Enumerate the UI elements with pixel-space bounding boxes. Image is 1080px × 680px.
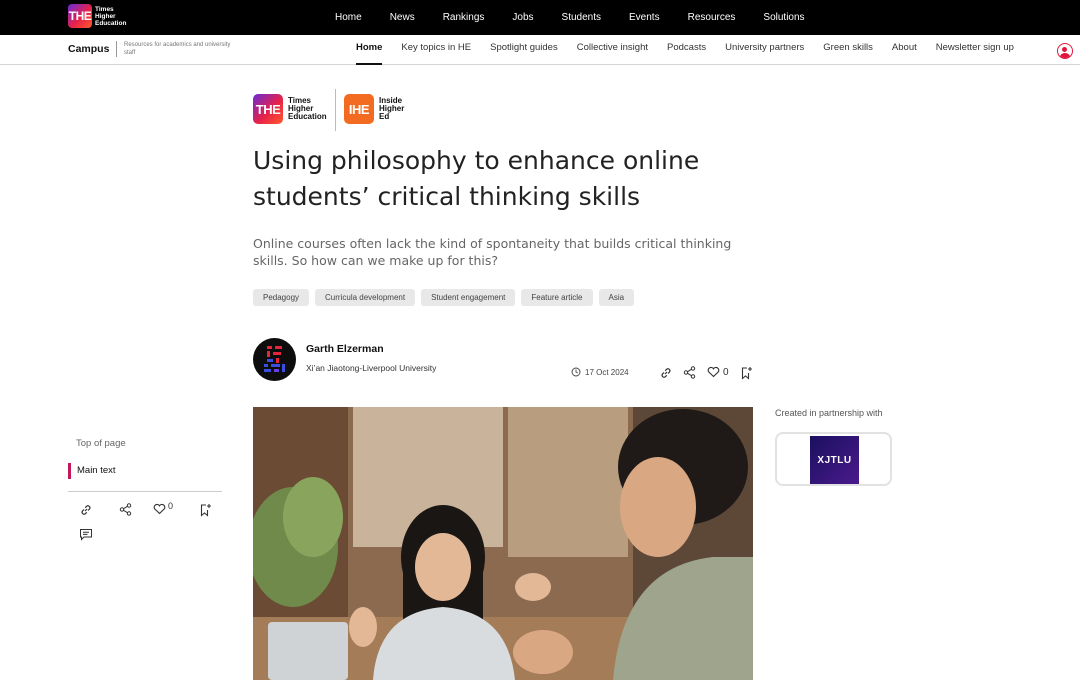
hero-illustration: [253, 407, 753, 680]
share-icon: [119, 503, 132, 516]
article-hero-image: [253, 407, 753, 680]
toc-main-text[interactable]: Main text: [68, 463, 116, 479]
campus-title[interactable]: Campus: [68, 43, 109, 55]
link-icon: [81, 505, 91, 515]
campus-navigation-bar: Campus Resources for academics and unive…: [0, 35, 1080, 65]
sidebar-like-button[interactable]: 0: [153, 501, 174, 515]
the-logo[interactable]: THE Times Higher Education: [68, 4, 126, 28]
author-institution: Xi’an Jiaotong-Liverpool University: [306, 363, 437, 373]
article-standfirst: Online courses often lack the kind of sp…: [253, 236, 732, 268]
logo-line: Education: [288, 112, 327, 121]
author-name[interactable]: Garth Elzerman: [306, 343, 384, 355]
campus-subtitle: Resources for academics and university s…: [124, 42, 231, 56]
nav-resources[interactable]: Resources: [688, 12, 736, 23]
ihe-partner-text: Inside Higher Ed: [379, 97, 404, 121]
bookmark-button[interactable]: [740, 366, 753, 380]
copy-link-button[interactable]: [659, 366, 673, 380]
partner-logo-card[interactable]: XJTLU: [775, 432, 892, 486]
link-icon: [661, 368, 671, 378]
tag-asia[interactable]: Asia: [598, 289, 635, 306]
sidebar-share-button[interactable]: [119, 503, 132, 516]
subnav-newsletter[interactable]: Newsletter sign up: [936, 35, 1014, 65]
ihe-partner-logo: IHE Inside Higher Ed: [344, 94, 404, 124]
heart-icon: [707, 366, 720, 378]
toc-top-of-page[interactable]: Top of page: [76, 438, 126, 449]
subnav-home[interactable]: Home: [356, 35, 383, 65]
tag-list: Pedagogy Curricula development Student e…: [253, 289, 640, 306]
the-logo-text: Times Higher Education: [95, 6, 126, 27]
subnav-university-partners[interactable]: University partners: [725, 35, 804, 65]
nav-home[interactable]: Home: [335, 12, 362, 23]
tag-student-engagement[interactable]: Student engagement: [421, 289, 516, 306]
divider: [68, 491, 222, 492]
author-avatar[interactable]: [253, 338, 296, 381]
subnav-about[interactable]: About: [892, 35, 917, 65]
clock-icon: [571, 367, 581, 377]
comment-icon: [80, 529, 92, 541]
nav-solutions[interactable]: Solutions: [763, 12, 804, 23]
subnav-spotlight-guides[interactable]: Spotlight guides: [490, 35, 558, 65]
nav-jobs[interactable]: Jobs: [512, 12, 533, 23]
subnav-collective-insight[interactable]: Collective insight: [577, 35, 648, 65]
xjtlu-logo: XJTLU: [810, 436, 859, 484]
like-button[interactable]: 0: [707, 366, 729, 378]
logo-line: Higher: [95, 12, 116, 20]
nav-students[interactable]: Students: [562, 12, 601, 23]
nav-rankings[interactable]: Rankings: [443, 12, 485, 23]
campus-nav: Home Key topics in HE Spotlight guides C…: [356, 35, 1033, 65]
the-partner-logo: THE Times Higher Education: [253, 94, 327, 124]
sidebar-copy-link-button[interactable]: [79, 503, 93, 517]
logo-line: Ed: [379, 112, 390, 121]
article-title: Using philosophy to enhance online stude…: [253, 146, 700, 211]
user-account-icon[interactable]: [1057, 43, 1073, 59]
subnav-key-topics[interactable]: Key topics in HE: [401, 35, 471, 65]
subnav-green-skills[interactable]: Green skills: [823, 35, 873, 65]
the-partner-text: Times Higher Education: [288, 97, 327, 121]
logo-divider: [335, 89, 336, 131]
top-navigation-bar: THE Times Higher Education Home News Ran…: [0, 0, 1080, 35]
sidebar-bookmark-button[interactable]: [199, 503, 212, 517]
bookmark-add-icon: [200, 504, 211, 517]
share-button[interactable]: [683, 366, 696, 379]
the-logo-badge: THE: [68, 4, 92, 28]
sidebar-like-count: 0: [168, 501, 174, 511]
partnership-label: Created in partnership with: [775, 408, 883, 418]
nav-events[interactable]: Events: [629, 12, 660, 23]
tag-curricula-development[interactable]: Curricula development: [315, 289, 416, 306]
tag-pedagogy[interactable]: Pedagogy: [253, 289, 310, 306]
nav-news[interactable]: News: [390, 12, 415, 23]
date-text: 17 Oct 2024: [585, 367, 629, 377]
like-count: 0: [723, 366, 729, 378]
avatar-pattern-icon: [264, 346, 285, 372]
share-icon: [683, 366, 696, 379]
divider: [116, 41, 117, 57]
logo-line: Education: [95, 19, 127, 27]
main-nav: Home News Rankings Jobs Students Events …: [335, 0, 833, 35]
ihe-badge: IHE: [344, 94, 374, 124]
publish-date: 17 Oct 2024: [571, 367, 629, 377]
logo-line: Times: [95, 5, 114, 13]
heart-icon: [153, 503, 166, 515]
bookmark-add-icon: [741, 367, 752, 380]
sidebar-comment-button[interactable]: [79, 528, 93, 541]
subnav-podcasts[interactable]: Podcasts: [667, 35, 706, 65]
tag-feature-article[interactable]: Feature article: [521, 289, 593, 306]
the-badge: THE: [253, 94, 283, 124]
